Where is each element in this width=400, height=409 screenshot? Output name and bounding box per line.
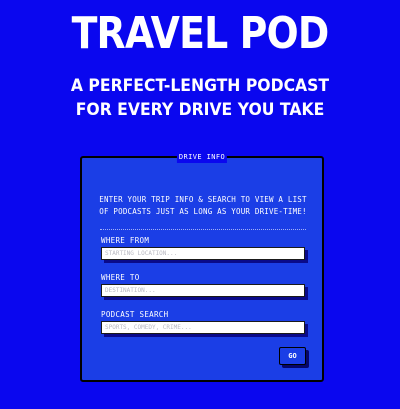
subtitle-line-1: A PERFECT-LENGTH PODCAST xyxy=(70,76,330,96)
where-to-input[interactable] xyxy=(101,284,305,297)
drive-info-form: DRIVE INFO ENTER YOUR TRIP INFO & SEARCH… xyxy=(80,151,324,382)
divider xyxy=(100,229,306,230)
page-title: TRAVEL POD xyxy=(71,8,330,59)
instructions-line-1: ENTER YOUR TRIP INFO & SEARCH TO VIEW A … xyxy=(99,195,307,204)
where-from-input[interactable] xyxy=(101,247,305,260)
where-from-label: WHERE FROM xyxy=(101,236,150,245)
instructions-line-2: OF PODCASTS JUST AS LONG AS YOUR DRIVE-T… xyxy=(99,207,307,216)
where-to-label: WHERE TO xyxy=(101,273,140,282)
podcast-search-label: PODCAST SEARCH xyxy=(101,310,169,319)
form-instructions: ENTER YOUR TRIP INFO & SEARCH TO VIEW A … xyxy=(90,194,316,218)
go-button[interactable]: GO xyxy=(279,347,306,365)
drive-info-legend: DRIVE INFO xyxy=(176,151,228,163)
page-subtitle: A PERFECT-LENGTH PODCAST FOR EVERY DRIVE… xyxy=(16,74,384,122)
podcast-search-input[interactable] xyxy=(101,321,305,334)
subtitle-line-2: FOR EVERY DRIVE YOU TAKE xyxy=(75,100,325,120)
